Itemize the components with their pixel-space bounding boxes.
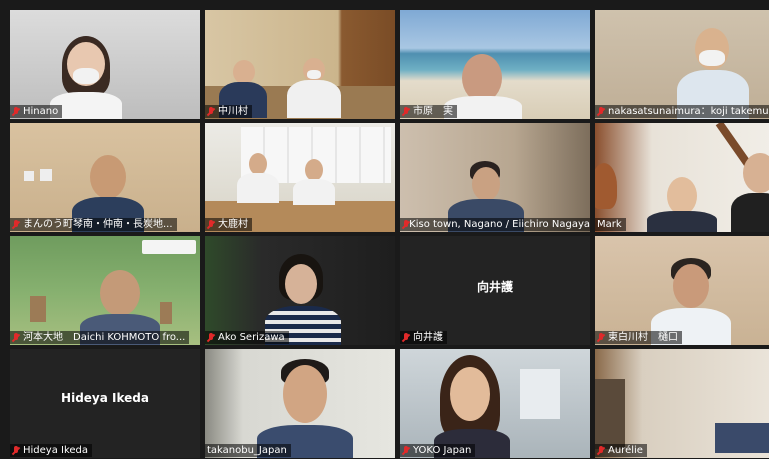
participant-name: nakasatsunaimura：koji takemura (595, 105, 769, 118)
participant-name: Aurélie (595, 444, 647, 457)
participant-tile-ikeda[interactable]: Hideya Ikeda Hideya Ikeda (10, 349, 200, 458)
mic-muted-icon (597, 332, 605, 343)
participant-tile-hinano[interactable]: Hinano (10, 10, 200, 119)
participant-name: 河本大地 Daichi KOHMOTO fro... (10, 331, 190, 344)
participant-name: Ako Serizawa (205, 331, 289, 344)
participant-tile-mukai[interactable]: 向井護 向井護 (400, 236, 590, 345)
participant-tile-kohmoto[interactable]: 河本大地 Daichi KOHMOTO fro... (10, 236, 200, 345)
mic-muted-icon (12, 445, 20, 456)
mic-muted-icon (12, 332, 20, 343)
participant-name: 大鹿村 (205, 218, 252, 231)
participant-name: まんのう町琴南・仲南・長炭地... (10, 218, 177, 231)
mic-muted-icon (12, 106, 20, 117)
mic-muted-icon (12, 219, 20, 230)
participant-name: YOKO Japan (400, 444, 476, 457)
participant-tile-aurelie[interactable]: Aurélie (595, 349, 769, 458)
participant-name: takanobu_Japan (205, 444, 291, 457)
participant-name: 市原 実 (400, 105, 457, 118)
mic-muted-icon (207, 106, 215, 117)
participant-name: 東白川村 樋口 (595, 331, 682, 344)
mic-muted-icon (207, 332, 215, 343)
mic-muted-icon (207, 219, 215, 230)
participant-center-name: 向井護 (476, 280, 513, 294)
participant-tile-higashishirakawa[interactable]: 東白川村 樋口 (595, 236, 769, 345)
participant-tile-takanobu[interactable]: takanobu_Japan (205, 349, 395, 458)
participant-center-name: Hideya Ikeda (61, 391, 149, 405)
mic-muted-icon (597, 106, 605, 117)
participant-tile-nakasatsunai[interactable]: nakasatsunaimura：koji takemura (595, 10, 769, 119)
participant-name: Hideya Ikeda (10, 444, 93, 457)
participant-name: Mark (595, 218, 626, 231)
participant-tile-ichihara[interactable]: 市原 実 (400, 10, 590, 119)
mic-muted-icon (402, 219, 409, 230)
participant-tile-oshika[interactable]: 大鹿村 (205, 123, 395, 232)
mic-muted-icon (402, 332, 410, 343)
participant-name: Kiso town, Nagano / Eiichiro Nagaya (400, 218, 590, 231)
participant-tile-mannou[interactable]: まんのう町琴南・仲南・長炭地... (10, 123, 200, 232)
participant-tile-nakagawa[interactable]: 中川村 (205, 10, 395, 119)
mic-muted-icon (402, 445, 410, 456)
participant-tile-yoko[interactable]: YOKO Japan (400, 349, 590, 458)
mic-muted-icon (402, 106, 410, 117)
participant-name: 向井護 (400, 331, 447, 344)
video-grid: Hinano 中川村 市原 実 nakasatsunaimura：koji ta… (0, 0, 769, 459)
participant-tile-kiso[interactable]: Kiso town, Nagano / Eiichiro Nagaya (400, 123, 590, 232)
participant-tile-ako[interactable]: Ako Serizawa (205, 236, 395, 345)
mic-muted-icon (597, 445, 605, 456)
participant-name: Hinano (10, 105, 63, 118)
participant-name: 中川村 (205, 105, 252, 118)
participant-tile-mark[interactable]: Mark (595, 123, 769, 232)
